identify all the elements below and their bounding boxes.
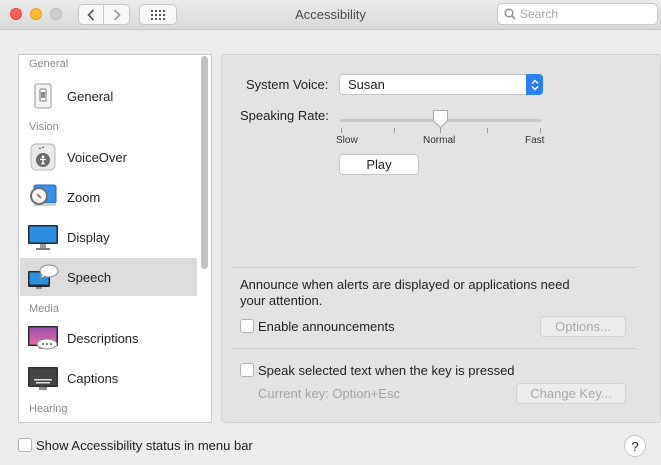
play-button[interactable]: Play (339, 154, 419, 175)
enable-announcements-checkbox[interactable] (240, 319, 254, 333)
descriptions-icon (26, 323, 60, 353)
slider-tick (540, 128, 541, 133)
select-arrows-icon (526, 74, 543, 95)
speak-selected-text-label: Speak selected text when the key is pres… (258, 363, 515, 378)
enable-announcements-label: Enable announcements (258, 319, 395, 334)
forward-button[interactable] (104, 4, 130, 25)
chevron-left-icon (87, 8, 95, 21)
section-divider (232, 267, 636, 268)
help-button[interactable]: ? (624, 435, 646, 457)
sidebar-item-display[interactable]: Display (20, 218, 197, 256)
speaking-rate-label: Speaking Rate: (240, 108, 329, 123)
system-voice-label: System Voice: (246, 77, 329, 92)
announce-description-line1: Announce when alerts are displayed or ap… (240, 277, 570, 292)
sidebar-item-descriptions[interactable]: Descriptions (20, 319, 197, 357)
sidebar-header-media: Media (29, 303, 59, 315)
switch-icon (26, 81, 60, 111)
announce-description-line2: your attention. (240, 293, 323, 308)
sidebar-item-label: Captions (67, 370, 119, 386)
voiceover-icon (26, 142, 60, 172)
system-voice-select[interactable]: Susan (339, 74, 543, 95)
zoom-window-button[interactable] (50, 8, 62, 20)
captions-icon (26, 363, 60, 393)
sidebar-item-label: Zoom (67, 189, 101, 205)
show-status-label: Show Accessibility status in menu bar (36, 438, 253, 453)
close-window-button[interactable] (10, 8, 22, 20)
sidebar-item-voiceover[interactable]: VoiceOver (20, 138, 197, 176)
slider-tick (394, 128, 395, 133)
sidebar-item-label: Descriptions (67, 330, 139, 346)
minimize-window-button[interactable] (30, 8, 42, 20)
magnifier-icon (26, 182, 60, 212)
show-status-checkbox[interactable] (18, 438, 32, 452)
slider-label-fast: Fast (525, 135, 545, 146)
speech-bubble-icon (26, 262, 60, 292)
sidebar-item-label: General (67, 88, 114, 104)
search-field[interactable] (497, 3, 658, 25)
sidebar-item-speech[interactable]: Speech (20, 258, 197, 296)
sidebar-item-label: VoiceOver (67, 149, 127, 165)
sidebar-header-general: General (29, 58, 69, 70)
system-voice-value: Susan (348, 77, 385, 92)
title-bar: Accessibility (0, 0, 661, 30)
sidebar-item-label: Speech (67, 269, 112, 285)
show-all-button[interactable] (139, 4, 177, 25)
options-button[interactable]: Options... (540, 316, 626, 337)
search-input[interactable] (520, 7, 650, 21)
chevron-right-icon (113, 8, 121, 21)
slider-label-normal: Normal (423, 135, 456, 146)
search-icon (504, 8, 516, 20)
speaking-rate-knob[interactable] (432, 109, 449, 129)
current-key-label: Current key: Option+Esc (258, 386, 400, 401)
change-key-button[interactable]: Change Key... (516, 383, 626, 404)
slider-label-slow: Slow (336, 135, 358, 146)
sidebar-header-vision: Vision (29, 121, 59, 133)
back-button[interactable] (78, 4, 104, 25)
sidebar-item-general[interactable]: General (20, 77, 197, 115)
section-divider (232, 348, 636, 349)
slider-tick (341, 128, 342, 133)
sidebar-item-label: Display (67, 229, 110, 245)
speak-selected-text-checkbox[interactable] (240, 363, 254, 377)
sidebar-scroll-thumb[interactable] (201, 56, 208, 269)
monitor-icon (26, 222, 60, 252)
slider-tick (487, 128, 488, 133)
sidebar: General General Vision VoiceOver Zoom Di… (18, 54, 212, 423)
sidebar-item-zoom[interactable]: Zoom (20, 178, 197, 216)
sidebar-item-captions[interactable]: Captions (20, 359, 197, 397)
grid-icon (151, 9, 165, 20)
sidebar-header-hearing: Hearing (29, 403, 68, 415)
